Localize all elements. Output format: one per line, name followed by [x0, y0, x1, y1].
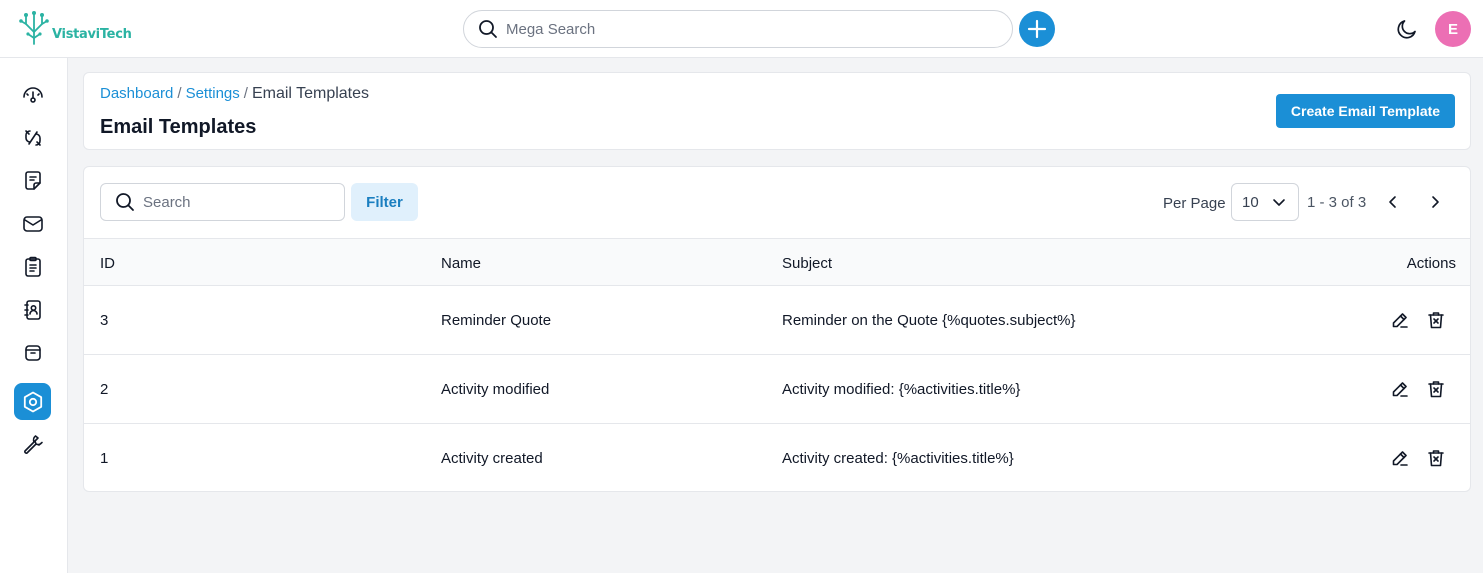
sidebar-item-archive[interactable]: [14, 334, 51, 371]
sidebar-item-deals[interactable]: [14, 119, 51, 156]
column-header-name[interactable]: Name: [441, 255, 481, 272]
cell-name[interactable]: Activity created: [441, 450, 543, 467]
archive-icon: [24, 344, 41, 361]
next-page-button[interactable]: [1425, 192, 1445, 212]
previous-page-button[interactable]: [1383, 192, 1403, 212]
breadcrumb-separator: /: [243, 85, 248, 102]
table-header: ID Name Subject Actions: [84, 238, 1470, 286]
column-header-actions: Actions: [1406, 255, 1456, 272]
search-icon: [479, 20, 497, 38]
gauge-icon: [22, 86, 43, 103]
sidebar-item-dashboard[interactable]: [14, 76, 51, 113]
breadcrumb-dashboard[interactable]: Dashboard: [100, 85, 173, 103]
create-email-template-button[interactable]: Create Email Template: [1276, 94, 1455, 128]
moon-icon[interactable]: [1395, 17, 1419, 41]
cell-subject: Activity modified: {%activities.title%}: [782, 381, 1021, 398]
cell-subject: Activity created: {%activities.title%}: [782, 450, 1014, 467]
sidebar-item-notes[interactable]: [14, 162, 51, 199]
plus-icon: [1027, 19, 1047, 39]
search-icon: [116, 193, 134, 211]
mail-icon: [22, 215, 43, 232]
trash-icon[interactable]: [1426, 379, 1446, 399]
table-search-field[interactable]: [100, 183, 345, 221]
breadcrumb-current: Email Templates: [251, 85, 370, 102]
breadcrumb: Dashboard / Settings / Email Templates: [100, 85, 369, 103]
cell-id: 3: [100, 312, 109, 329]
table-row: 3 Reminder Quote Reminder on the Quote {…: [84, 286, 1470, 355]
cell-name[interactable]: Reminder Quote: [441, 312, 551, 329]
logo-tree-icon: [19, 11, 49, 45]
sidebar: [0, 58, 68, 573]
chevron-right-icon: [1432, 196, 1439, 208]
cell-id: 2: [100, 381, 109, 398]
table-row: 1 Activity created Activity created: {%a…: [84, 424, 1470, 491]
table-row: 2 Activity modified Activity modified: {…: [84, 355, 1470, 424]
breadcrumb-settings[interactable]: Settings: [186, 85, 240, 103]
note-icon: [24, 170, 41, 190]
per-page-value: 10: [1242, 193, 1259, 211]
settings-icon: [23, 391, 42, 412]
mega-search-input[interactable]: [506, 20, 986, 38]
per-page-label: Per Page: [1163, 195, 1226, 212]
edit-icon[interactable]: [1390, 379, 1410, 399]
trash-icon[interactable]: [1426, 448, 1446, 468]
logo[interactable]: VistaviTech: [18, 10, 132, 46]
cell-subject: Reminder on the Quote {%quotes.subject%}: [782, 312, 1076, 329]
clipboard-icon: [24, 256, 41, 277]
sidebar-item-settings[interactable]: [14, 383, 51, 420]
column-header-subject[interactable]: Subject: [782, 255, 832, 272]
breadcrumb-separator: /: [177, 85, 182, 102]
logo-text: VistaviTech: [52, 27, 132, 42]
sidebar-item-tools[interactable]: [14, 425, 51, 462]
column-header-id[interactable]: ID: [100, 255, 115, 272]
wrench-icon: [23, 434, 43, 454]
cell-id: 1: [100, 450, 109, 467]
mega-search-field[interactable]: [463, 10, 1013, 48]
top-bar: VistaviTech E: [0, 0, 1483, 58]
sidebar-item-contacts[interactable]: [14, 291, 51, 328]
edit-icon[interactable]: [1390, 448, 1410, 468]
sidebar-item-inbox[interactable]: [14, 205, 51, 242]
edit-icon[interactable]: [1390, 310, 1410, 330]
filter-button[interactable]: Filter: [351, 183, 418, 221]
trash-icon[interactable]: [1426, 310, 1446, 330]
table-search-input[interactable]: [143, 193, 333, 211]
sidebar-item-activities[interactable]: [14, 248, 51, 285]
contact-book-icon: [23, 299, 41, 320]
chevron-down-icon: [1273, 199, 1285, 206]
avatar[interactable]: E: [1435, 11, 1471, 47]
link-icon: [24, 129, 41, 146]
page-title: Email Templates: [100, 116, 257, 138]
cell-name[interactable]: Activity modified: [441, 381, 549, 398]
chevron-left-icon: [1389, 196, 1396, 208]
page-header-card: Dashboard / Settings / Email Templates E…: [83, 72, 1471, 150]
quick-create-button[interactable]: [1019, 11, 1055, 47]
email-templates-table-card: Filter Per Page 10 1 - 3 of 3 ID Name Su…: [83, 166, 1471, 492]
per-page-select[interactable]: 10: [1231, 183, 1299, 221]
pagination-range: 1 - 3 of 3: [1307, 194, 1367, 211]
